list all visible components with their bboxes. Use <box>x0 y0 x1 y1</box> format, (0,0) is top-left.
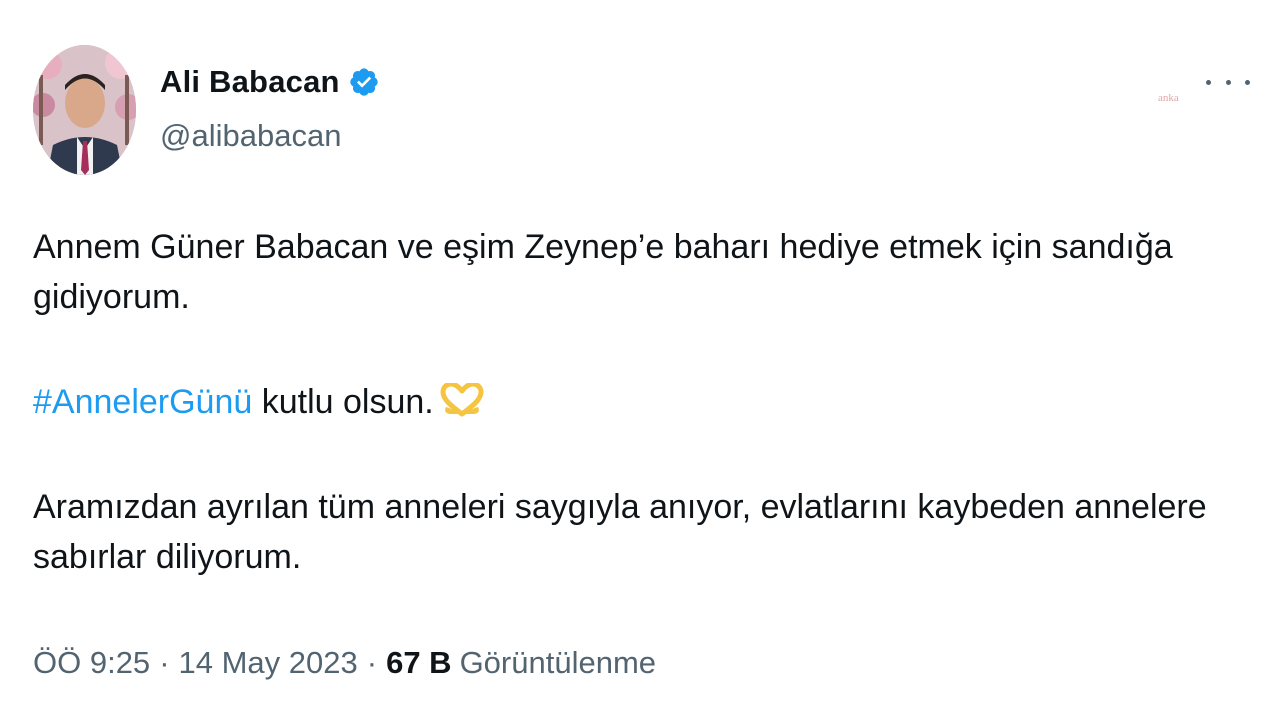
tweet-paragraph-text: kutlu olsun. <box>252 383 434 421</box>
separator: · <box>366 645 378 680</box>
tweet-card: Ali Babacan @alibabacan anka Annem Güner… <box>0 0 1280 720</box>
tweet-text: Annem Güner Babacan ve eşim Zeynep’e bah… <box>33 222 1233 582</box>
watermark: anka <box>1158 92 1179 104</box>
more-dot-icon <box>1245 79 1250 85</box>
more-options-button[interactable] <box>1206 70 1250 94</box>
more-dot-icon <box>1225 79 1231 85</box>
avatar[interactable] <box>33 45 136 175</box>
tweet-paragraph: #AnnelerGünü kutlu olsun. <box>33 377 1233 427</box>
author-name-row[interactable]: Ali Babacan <box>160 60 380 104</box>
tweet-paragraph: Annem Güner Babacan ve eşim Zeynep’e bah… <box>33 228 1173 316</box>
avatar-photo <box>33 45 136 175</box>
tweet-time[interactable]: ÖÖ 9:25 <box>33 645 150 681</box>
author-handle[interactable]: @alibabacan <box>160 118 341 154</box>
views-label: Görüntülenme <box>459 645 657 680</box>
tweet-date[interactable]: 14 May 2023 <box>179 645 358 681</box>
separator: · <box>159 645 170 680</box>
views-count: 67 B <box>386 645 452 680</box>
verified-badge-icon <box>348 66 380 98</box>
hashtag-link[interactable]: #AnnelerGünü <box>33 383 252 421</box>
tweet-paragraph: Aramızdan ayrılan tüm anneleri saygıyla … <box>33 488 1207 576</box>
more-dot-icon <box>1206 79 1211 85</box>
heart-hands-icon <box>440 381 484 417</box>
author-display-name[interactable]: Ali Babacan <box>160 64 340 100</box>
tweet-meta: ÖÖ 9:25 · 14 May 2023 · 67 B Görüntülenm… <box>33 645 656 681</box>
